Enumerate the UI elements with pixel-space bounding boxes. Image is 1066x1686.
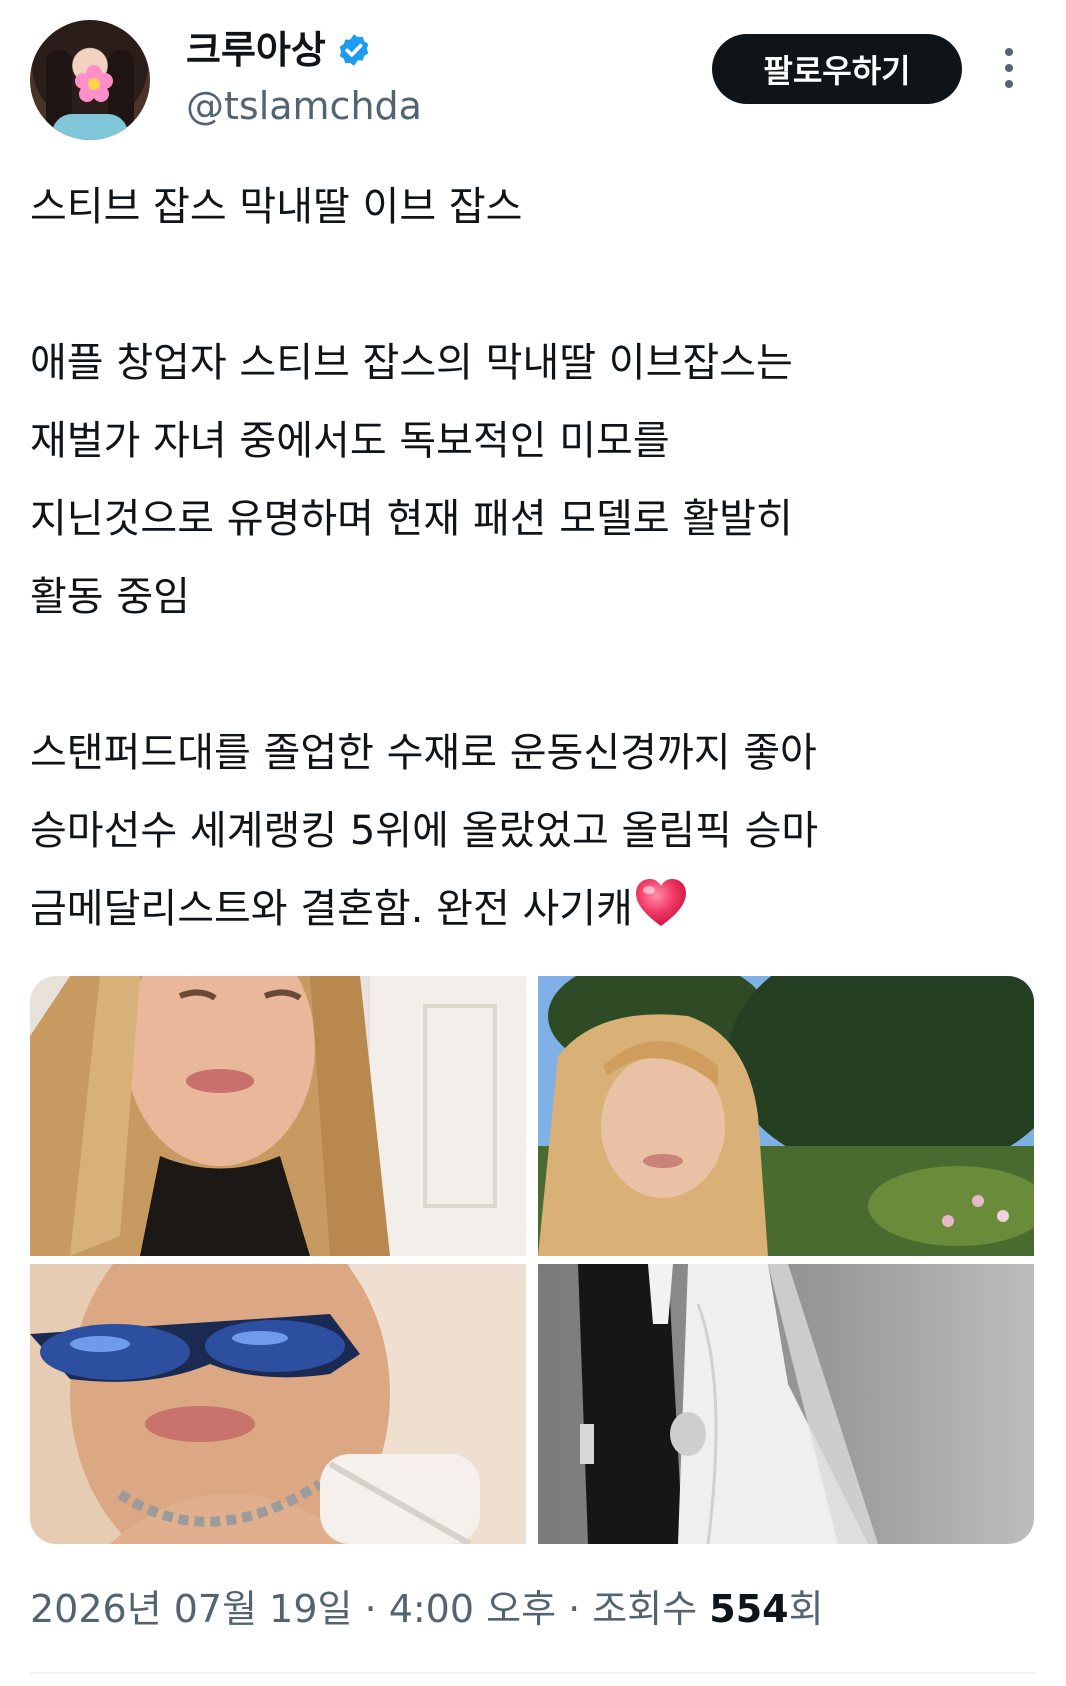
views-label: 조회수 xyxy=(592,1587,710,1631)
author-info: 크루아상 @tslamchda xyxy=(186,28,422,128)
tweet-date[interactable]: 2026년 07월 19일 xyxy=(30,1587,352,1631)
author-handle[interactable]: @tslamchda xyxy=(186,84,422,128)
meta-separator: · xyxy=(556,1587,593,1631)
verified-badge-icon xyxy=(339,34,369,66)
meta-separator: · xyxy=(352,1587,389,1631)
photo-icon xyxy=(30,1264,526,1544)
flower-icon xyxy=(75,65,113,102)
tweet-paragraph-spacer xyxy=(30,246,1040,324)
heart-emoji-icon xyxy=(635,879,686,926)
tweet-metadata: 2026년 07월 19일 · 4:00 오후 · 조회수 554회 xyxy=(30,1584,824,1634)
display-name-row[interactable]: 크루아상 xyxy=(186,28,422,72)
tweet-header: 크루아상 @tslamchda 팔로우하기 xyxy=(0,0,1066,150)
tweet-paragraph: 애플 창업자 스티브 잡스의 막내딸 이브잡스는 재벌가 자녀 중에서도 독보적… xyxy=(30,340,793,620)
divider xyxy=(30,1672,1036,1674)
tweet-paragraph: 스탠퍼드대를 졸업한 수재로 운동신경까지 좋아 승마선수 세계랭킹 5위에 올… xyxy=(30,730,819,932)
photo-wedding-couple[interactable] xyxy=(538,1264,1034,1544)
avatar[interactable] xyxy=(30,20,150,140)
display-name[interactable]: 크루아상 xyxy=(186,28,326,72)
photo-icon xyxy=(538,976,1034,1256)
photo-icon xyxy=(30,976,526,1256)
photo-icon xyxy=(538,1264,1034,1544)
follow-button[interactable]: 팔로우하기 xyxy=(712,34,962,104)
tweet-paragraph-spacer xyxy=(30,636,1040,714)
tweet-paragraph: 스티브 잡스 막내딸 이브 잡스 xyxy=(30,184,523,230)
tweet-time[interactable]: 4:00 오후 xyxy=(389,1587,556,1631)
avatar-shirt xyxy=(52,114,128,140)
photo-garden-portrait[interactable] xyxy=(538,976,1034,1256)
media-grid xyxy=(30,976,1034,1544)
photo-closeup-portrait[interactable] xyxy=(30,976,526,1256)
views-count: 554 xyxy=(709,1587,789,1631)
tweet-text: 스티브 잡스 막내딸 이브 잡스 애플 창업자 스티브 잡스의 막내딸 이브잡스… xyxy=(30,168,1040,948)
tweet-paragraph-last: 스탠퍼드대를 졸업한 수재로 운동신경까지 좋아 승마선수 세계랭킹 5위에 올… xyxy=(30,714,1040,948)
photo-sunglasses-selfie[interactable] xyxy=(30,1264,526,1544)
views-suffix: 회 xyxy=(788,1587,824,1631)
more-options-icon[interactable] xyxy=(996,46,1022,90)
